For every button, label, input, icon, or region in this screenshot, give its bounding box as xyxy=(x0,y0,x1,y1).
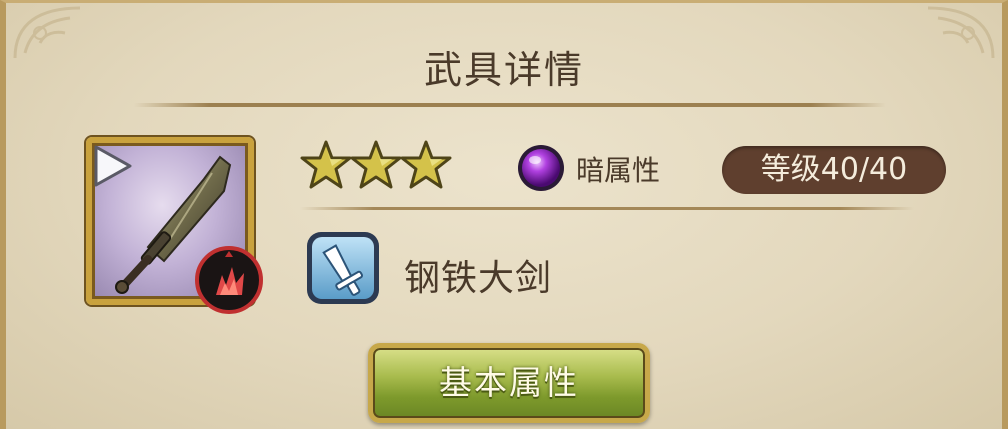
burst-attack-icon xyxy=(195,246,263,314)
star-icon xyxy=(300,140,352,189)
weapon-name: 钢铁大剑 xyxy=(404,258,553,299)
dark-element-orb-icon xyxy=(518,145,564,191)
star-icon xyxy=(400,140,452,189)
title-divider xyxy=(134,103,886,107)
level-badge: 等级40/40 xyxy=(722,146,946,194)
star-icon xyxy=(350,140,402,189)
weapon-detail-panel: 武具详情 暗属性 等级40/40 钢铁大剑 基本属性 xyxy=(0,0,1008,429)
level-label: 等级 xyxy=(760,152,821,187)
sword-type-icon xyxy=(307,232,379,304)
page-title: 武具详情 xyxy=(423,48,584,92)
info-divider xyxy=(300,207,914,210)
element-label: 暗属性 xyxy=(576,154,661,187)
play-triangle-icon xyxy=(94,145,132,187)
basic-attributes-button[interactable]: 基本属性 xyxy=(368,343,650,423)
level-value: 40/40 xyxy=(820,152,908,187)
